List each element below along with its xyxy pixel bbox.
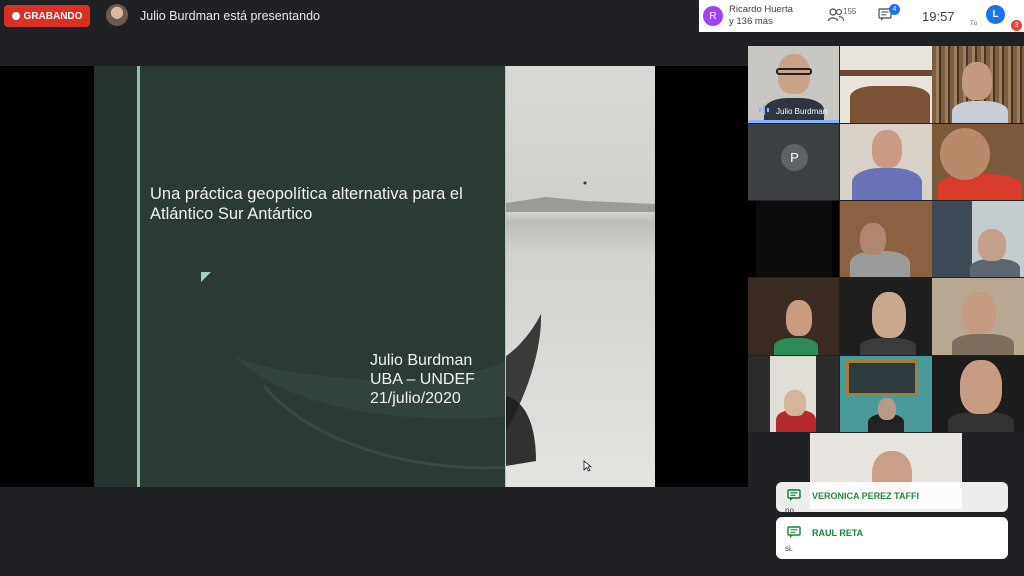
participant-body (850, 251, 910, 277)
presentation-slide: Una práctica geopolítica alternativa par… (94, 66, 655, 487)
participant-body (952, 101, 1008, 123)
shelf (840, 70, 932, 76)
recording-label: GRABANDO (23, 10, 83, 22)
participants-preview[interactable]: R Ricardo Huerta y 136 más (699, 0, 812, 32)
participant-body (852, 168, 922, 200)
meet-window: GRABANDO Julio Burdman está presentando … (0, 0, 1024, 576)
participant-body (860, 338, 916, 355)
participant-face (962, 62, 992, 100)
photo-boat (506, 181, 655, 466)
notification-badge[interactable]: 3 (1011, 20, 1022, 31)
video-tile-avatar[interactable]: P (748, 124, 839, 200)
video-tile[interactable] (932, 46, 1024, 123)
record-dot-icon (11, 12, 20, 20)
speaking-indicator-icon (759, 105, 769, 115)
presenter-status: Julio Burdman está presentando (140, 9, 320, 23)
participant-face (872, 130, 902, 168)
tile-participant-name: Julio Burdman (776, 107, 828, 116)
slide-affiliation: UBA – UNDEF (370, 371, 475, 388)
chat-notification[interactable]: RAUL RETA si. (776, 517, 1008, 559)
you-label: Tú (970, 21, 978, 27)
participant-face (940, 128, 990, 180)
video-tile[interactable] (840, 201, 932, 277)
dark-video (756, 201, 832, 277)
slide-accent-line (137, 66, 140, 487)
participant-face (962, 292, 996, 334)
video-tile[interactable] (748, 201, 839, 277)
slide-marker-icon (201, 272, 211, 282)
chat-message: si. (785, 544, 793, 553)
mouse-cursor-icon (583, 460, 592, 472)
participant-body (938, 174, 1022, 200)
room-wall (932, 201, 972, 277)
participant-face (960, 360, 1002, 414)
slide-title: Una práctica geopolítica alternativa par… (150, 184, 520, 224)
slide-photo (505, 66, 655, 487)
participant-face (860, 223, 886, 255)
participant-face (878, 398, 896, 420)
top-toolbar: 155 4 19:57 L Tú 3 (812, 0, 1024, 32)
participant-face (786, 300, 812, 336)
participant-body (948, 412, 1014, 432)
video-tile[interactable] (932, 278, 1024, 355)
participant-name: Ricardo Huerta (729, 4, 793, 15)
video-tile-speaker[interactable]: Julio Burdman (748, 46, 839, 123)
people-count: 155 (843, 7, 857, 16)
video-tile[interactable] (932, 356, 1024, 432)
participant-body (952, 334, 1014, 355)
participant-body (970, 259, 1020, 277)
video-tile[interactable] (840, 46, 932, 123)
presenter-avatar (106, 4, 128, 26)
presentation-stage: Una práctica geopolítica alternativa par… (0, 66, 748, 487)
video-tile[interactable] (840, 278, 932, 355)
user-avatar[interactable]: L (986, 5, 1005, 24)
recording-indicator[interactable]: GRABANDO (4, 5, 90, 27)
chat-message-icon (787, 526, 801, 538)
slide-left-band (94, 66, 138, 487)
clock-time: 19:57 (922, 9, 955, 24)
wall-painting (846, 360, 918, 396)
participant-more: y 136 más (729, 16, 773, 27)
chat-message: no (785, 506, 794, 515)
slide-author: Julio Burdman (370, 352, 473, 369)
participant-face (978, 229, 1006, 261)
speaking-border (748, 120, 839, 123)
video-tile[interactable] (840, 356, 932, 432)
participant-face (872, 292, 906, 338)
video-tile[interactable] (932, 201, 1024, 277)
participant-body (774, 338, 818, 355)
chat-notification[interactable]: VERONICA PEREZ TAFFI no (776, 482, 1008, 515)
chat-message-icon (787, 489, 801, 501)
participant-avatar: R (703, 6, 723, 26)
video-tile[interactable] (932, 124, 1024, 200)
chair (850, 86, 930, 123)
glasses (776, 68, 812, 75)
participant-face (784, 390, 806, 416)
video-tile[interactable] (840, 124, 932, 200)
chat-badge: 4 (889, 4, 900, 15)
participant-initial-avatar: P (781, 144, 808, 171)
slide-date: 21/julio/2020 (370, 390, 461, 407)
video-tile[interactable] (748, 356, 839, 432)
video-tile[interactable] (748, 278, 839, 355)
slide-credits: Julio Burdman UBA – UNDEF 21/julio/2020 (370, 351, 475, 408)
slide-title-line2: Atlántico Sur Antártico (150, 205, 313, 223)
slide-title-line1: Una práctica geopolítica alternativa par… (150, 185, 463, 203)
people-icon[interactable] (828, 8, 844, 22)
chat-sender: VERONICA PEREZ TAFFI (812, 491, 920, 501)
chat-sender: RAUL RETA (812, 528, 864, 538)
